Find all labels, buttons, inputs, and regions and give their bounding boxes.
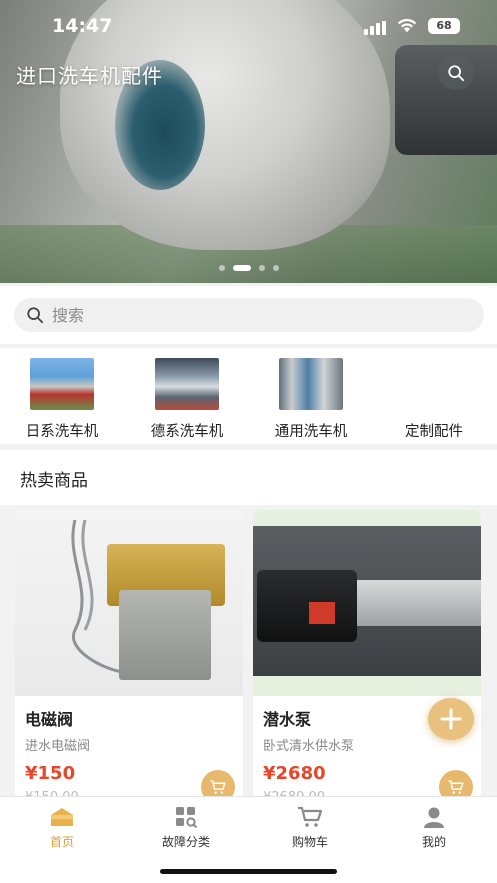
category-thumbnail: [279, 358, 343, 410]
search-section: [0, 286, 497, 344]
search-icon[interactable]: [438, 56, 474, 90]
carousel-dot[interactable]: [258, 265, 265, 271]
profile-icon: [421, 805, 447, 829]
plus-icon: [440, 708, 462, 730]
category-item-custom[interactable]: 定制配件: [379, 358, 489, 441]
product-card[interactable]: 电磁阀 进水电磁阀 ¥150 ¥150.00: [15, 510, 243, 800]
category-row: 日系洗车机 德系洗车机 通用洗车机 定制配件: [0, 348, 497, 444]
product-desc: 进水电磁阀: [25, 739, 91, 754]
category-label: 德系洗车机: [150, 424, 224, 440]
tab-profile[interactable]: 我的: [379, 805, 489, 850]
category-label: 日系洗车机: [25, 424, 99, 440]
category-thumbnail: [30, 358, 94, 410]
carousel-dot[interactable]: [272, 265, 279, 271]
category-label: 定制配件: [405, 424, 463, 440]
cart-icon: [297, 805, 323, 829]
hot-section-header: 热卖商品: [0, 450, 497, 505]
tab-fault-category[interactable]: 故障分类: [131, 805, 241, 850]
status-bar: 14:47 68: [0, 0, 497, 54]
product-name: 潜水泵: [263, 710, 312, 729]
product-image-solenoid-valve: [15, 510, 243, 696]
tab-label: 故障分类: [161, 835, 210, 849]
home-indicator: [160, 869, 337, 874]
category-label: 通用洗车机: [274, 424, 348, 440]
product-image-pump: [253, 510, 481, 696]
tab-home[interactable]: 首页: [7, 805, 117, 850]
search-bar[interactable]: [14, 298, 484, 332]
category-item-universal[interactable]: 通用洗车机: [256, 358, 366, 441]
product-name: 电磁阀: [25, 710, 74, 729]
section-title: 热卖商品: [20, 471, 88, 491]
category-thumbnail: [402, 358, 466, 410]
hero-title: 进口洗车机配件: [16, 64, 163, 88]
tab-label: 我的: [421, 835, 446, 849]
product-price: ¥2680: [263, 763, 326, 784]
category-icon: [173, 805, 199, 829]
signal-icon: [364, 21, 386, 35]
carousel-dot-active[interactable]: [232, 265, 251, 271]
bottom-tab-bar: 首页 故障分类 购物车 我的: [0, 796, 497, 883]
tab-label: 首页: [49, 835, 74, 849]
search-input[interactable]: [52, 305, 452, 325]
product-price: ¥150: [25, 763, 76, 784]
floating-add-button[interactable]: [428, 698, 474, 740]
home-icon: [49, 805, 75, 829]
wifi-icon: [397, 18, 417, 33]
category-item-japanese[interactable]: 日系洗车机: [7, 358, 117, 441]
carousel-dot[interactable]: [218, 265, 225, 271]
category-item-german[interactable]: 德系洗车机: [132, 358, 242, 441]
carousel-dots: [0, 265, 497, 271]
cart-icon: [448, 780, 464, 794]
product-card[interactable]: 潜水泵 卧式清水供水泵 ¥2680 ¥2680.00: [253, 510, 481, 800]
cart-icon: [210, 780, 226, 794]
status-time: 14:47: [52, 15, 113, 37]
search-icon: [27, 307, 44, 324]
tab-label: 购物车: [291, 835, 328, 849]
battery-icon: 68: [428, 18, 460, 34]
product-desc: 卧式清水供水泵: [263, 739, 355, 754]
category-thumbnail: [155, 358, 219, 410]
tab-cart[interactable]: 购物车: [255, 805, 365, 850]
